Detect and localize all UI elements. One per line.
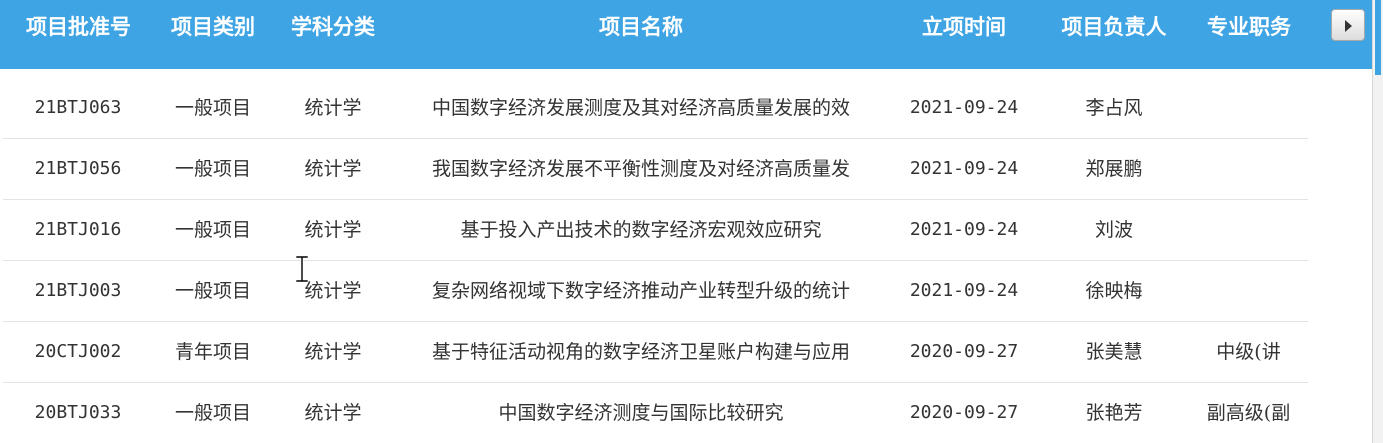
cell-approval-number: 21BTJ016 — [34, 219, 122, 240]
cell-project-category: 青年项目 — [174, 341, 251, 363]
cell-project-name[interactable]: 我国数字经济发展不平衡性测度及对经济高质量发 — [393, 139, 889, 199]
cell-project-leader: 张艳芳 — [1085, 402, 1143, 424]
cell-project-category: 一般项目 — [174, 219, 251, 241]
project-table-view: 项目批准号 项目类别 学科分类 项目名称 立项时间 项目负责人 专业职务 21B… — [0, 0, 1383, 443]
header-project-category[interactable]: 项目类别 — [157, 10, 269, 44]
cell-approval-date: 2021-09-24 — [909, 280, 1019, 301]
cell-project-name[interactable]: 复杂网络视域下数字经济推动产业转型升级的统计 — [393, 261, 889, 321]
cell-approval-date: 2021-09-24 — [909, 97, 1019, 118]
cell-discipline: 统计学 — [304, 341, 362, 363]
cell-approval-number: 21BTJ056 — [34, 158, 122, 179]
cell-discipline: 统计学 — [304, 402, 362, 424]
cell-project-leader: 刘波 — [1094, 219, 1133, 241]
cell-professional-title — [1189, 200, 1308, 260]
cell-discipline: 统计学 — [304, 158, 362, 180]
table-row[interactable]: 21BTJ063 一般项目 统计学 中国数字经济发展测度及其对经济高质量发展的效… — [3, 78, 1308, 139]
cell-approval-number: 20BTJ033 — [34, 402, 122, 423]
cell-professional-title: 副高级(副 — [1206, 402, 1291, 424]
header-discipline[interactable]: 学科分类 — [273, 10, 393, 44]
cell-professional-title — [1189, 139, 1308, 199]
header-project-leader[interactable]: 项目负责人 — [1039, 10, 1189, 44]
cell-professional-title — [1189, 78, 1308, 138]
cell-project-leader: 郑展鹏 — [1085, 158, 1143, 180]
scroll-right-button[interactable] — [1331, 9, 1365, 41]
cell-project-name[interactable]: 中国数字经济测度与国际比较研究 — [393, 383, 889, 443]
table-header: 项目批准号 项目类别 学科分类 项目名称 立项时间 项目负责人 专业职务 — [0, 0, 1372, 69]
chevron-right-icon — [1345, 20, 1352, 32]
cell-project-category: 一般项目 — [174, 280, 251, 302]
header-professional-title[interactable]: 专业职务 — [1189, 10, 1309, 44]
cell-professional-title — [1189, 261, 1308, 321]
cell-discipline: 统计学 — [304, 280, 362, 302]
table-row[interactable]: 21BTJ003 一般项目 统计学 复杂网络视域下数字经济推动产业转型升级的统计… — [3, 261, 1308, 322]
cell-project-category: 一般项目 — [174, 158, 251, 180]
cell-project-leader: 李占风 — [1085, 97, 1143, 119]
table-row[interactable]: 21BTJ016 一般项目 统计学 基于投入产出技术的数字经济宏观效应研究 20… — [3, 200, 1308, 261]
cell-project-name[interactable]: 基于投入产出技术的数字经济宏观效应研究 — [393, 200, 889, 260]
cell-approval-date: 2020-09-27 — [909, 341, 1019, 362]
table-row[interactable]: 20BTJ033 一般项目 统计学 中国数字经济测度与国际比较研究 2020-0… — [3, 383, 1308, 443]
cell-project-name[interactable]: 基于特征活动视角的数字经济卫星账户构建与应用 — [393, 322, 889, 382]
cell-project-leader: 徐映梅 — [1085, 280, 1143, 302]
cell-project-category: 一般项目 — [174, 402, 251, 424]
vertical-scrollbar[interactable] — [1372, 0, 1383, 443]
scrollbar-thumb[interactable] — [1375, 0, 1381, 75]
header-approval-date[interactable]: 立项时间 — [889, 10, 1039, 44]
table-row[interactable]: 21BTJ056 一般项目 统计学 我国数字经济发展不平衡性测度及对经济高质量发… — [3, 139, 1308, 200]
cell-project-leader: 张美慧 — [1085, 341, 1143, 363]
cell-project-category: 一般项目 — [174, 97, 251, 119]
cell-project-name[interactable]: 中国数字经济发展测度及其对经济高质量发展的效 — [393, 78, 889, 138]
cell-approval-number: 21BTJ063 — [34, 97, 122, 118]
cell-professional-title: 中级(讲 — [1216, 341, 1281, 363]
header-project-name[interactable]: 项目名称 — [393, 10, 889, 44]
cell-approval-date: 2020-09-27 — [909, 402, 1019, 423]
header-approval-number[interactable]: 项目批准号 — [0, 10, 157, 44]
cell-approval-date: 2021-09-24 — [909, 219, 1019, 240]
cell-approval-date: 2021-09-24 — [909, 158, 1019, 179]
table-row[interactable]: 20CTJ002 青年项目 统计学 基于特征活动视角的数字经济卫星账户构建与应用… — [3, 322, 1308, 383]
cell-approval-number: 20CTJ002 — [34, 341, 122, 362]
cell-approval-number: 21BTJ003 — [34, 280, 122, 301]
cell-discipline: 统计学 — [304, 97, 362, 119]
cell-discipline: 统计学 — [304, 219, 362, 241]
